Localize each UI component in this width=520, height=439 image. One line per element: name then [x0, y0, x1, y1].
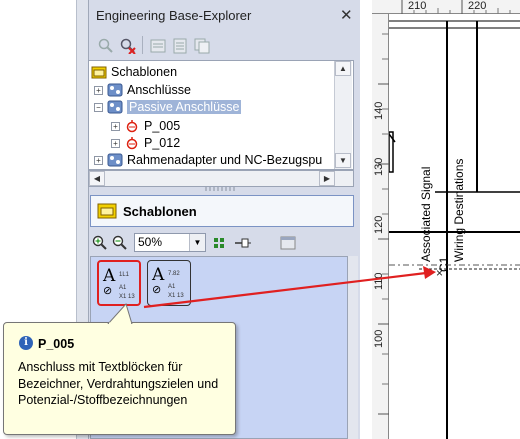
- connector-group-icon: [107, 100, 123, 114]
- ruler-left: 140 130 120 110 100: [372, 14, 389, 439]
- tree-item-label: Rahmenadapter und NC-Bezugspu: [127, 153, 323, 167]
- template-tree[interactable]: Schablonen + Anschlüsse − Passive Anschl…: [88, 60, 354, 170]
- tile-symbol-letter: A: [103, 266, 116, 286]
- section-title: Schablonen: [123, 204, 197, 219]
- toolbar-separator: [142, 36, 143, 54]
- tile-text: 7.82: [168, 271, 180, 277]
- close-icon[interactable]: ✕: [340, 6, 353, 24]
- explorer-titlebar: Engineering Base-Explorer ✕: [90, 4, 358, 28]
- ruler-label: 120: [373, 215, 385, 234]
- preview-window-icon[interactable]: [280, 235, 296, 251]
- zoom-value: 50%: [138, 235, 163, 249]
- label-wiring-destinations: Wiring Destinations: [452, 158, 466, 262]
- tree-item-passive-anschluesse[interactable]: − Passive Anschlüsse: [94, 98, 242, 116]
- connector-group-icon: [107, 153, 123, 167]
- tree-item-label: P_012: [144, 136, 181, 150]
- terminal-icon: [126, 137, 138, 150]
- tree-horizontal-scrollbar[interactable]: ◀ ▶: [88, 170, 354, 187]
- connector-group-icon: [107, 83, 123, 97]
- scroll-left-icon[interactable]: ◀: [89, 171, 105, 186]
- label-associated-signal: Associated Signal: [419, 166, 433, 262]
- tile-symbol-letter: A: [152, 265, 165, 285]
- preview-scrollbar[interactable]: [348, 256, 358, 439]
- ruler-label: 110: [373, 272, 385, 290]
- tree-vertical-scrollbar[interactable]: ▲ ▼: [334, 61, 352, 169]
- ruler-label: 100: [373, 329, 385, 348]
- expand-icon[interactable]: +: [111, 121, 120, 131]
- search-icon[interactable]: [98, 38, 114, 54]
- chevron-down-icon[interactable]: ▼: [189, 234, 205, 251]
- ruler-label: 130: [373, 157, 385, 176]
- terminal-icon: [126, 120, 138, 133]
- explorer-toolbar: [90, 34, 358, 58]
- zoom-out-icon[interactable]: [112, 235, 128, 251]
- tree-item-label: P_005: [144, 119, 181, 133]
- scroll-up-icon[interactable]: ▲: [335, 61, 351, 76]
- section-header: Schablonen: [90, 195, 354, 227]
- template-tile-p012[interactable]: A 7.82 ⊘ A1 X1 13: [147, 260, 191, 306]
- tooltip-pointer: [107, 303, 133, 324]
- tile-text: A1: [168, 284, 176, 290]
- tile-no-symbol: ⊘: [103, 285, 113, 297]
- ruler-label: 140: [373, 101, 385, 120]
- tree-item-label: Schablonen: [111, 65, 178, 79]
- properties-icon[interactable]: [172, 38, 188, 54]
- tile-text: A1: [119, 285, 127, 291]
- zoom-select[interactable]: 50% ▼: [134, 233, 206, 252]
- search-clear-icon[interactable]: [120, 38, 136, 54]
- list-view-icon[interactable]: [150, 38, 166, 54]
- folder-template-icon: [91, 66, 107, 79]
- grid-icon[interactable]: [212, 236, 228, 250]
- pin-icon[interactable]: [234, 236, 252, 250]
- template-tooltip: i P_005 Anschluss mit Textblöcken für Be…: [3, 303, 236, 435]
- copy-icon[interactable]: [194, 38, 210, 54]
- tile-no-symbol: ⊘: [152, 284, 162, 296]
- folder-template-icon: [97, 203, 117, 219]
- tree-item-label: Anschlüsse: [127, 83, 191, 97]
- tree-item-label: Passive Anschlüsse: [127, 100, 242, 114]
- tree-item-anschluesse[interactable]: + Anschlüsse: [94, 81, 191, 99]
- scroll-down-icon[interactable]: ▼: [335, 153, 351, 168]
- tree-item-schablonen[interactable]: Schablonen: [91, 63, 177, 81]
- tree-item-p005[interactable]: + P_005: [111, 117, 180, 135]
- ruler-top: 210 220: [372, 0, 520, 14]
- insert-point-symbol: ×: [436, 266, 444, 280]
- explorer-title: Engineering Base-Explorer: [96, 8, 252, 23]
- tooltip-title: P_005: [38, 337, 75, 351]
- template-tile-p005[interactable]: A 1L1 ⊘ A1 X1 13: [97, 260, 141, 306]
- expand-icon[interactable]: +: [94, 155, 103, 165]
- tree-item-rahmenadapter[interactable]: + Rahmenadapter und NC-Bezugspu: [94, 151, 322, 169]
- tile-text: X1 13: [168, 293, 184, 299]
- zoom-in-icon[interactable]: [92, 235, 108, 251]
- tooltip-body: Anschluss mit Textblöcken für Bezeichner…: [18, 360, 219, 407]
- collapse-icon[interactable]: −: [94, 102, 103, 112]
- splitter-grip[interactable]: [205, 186, 235, 192]
- tree-item-p012[interactable]: + P_012: [111, 134, 180, 152]
- scroll-right-icon[interactable]: ▶: [319, 171, 335, 186]
- preview-toolbar: 50% ▼: [90, 232, 354, 254]
- expand-icon[interactable]: +: [111, 138, 120, 148]
- expand-icon[interactable]: +: [94, 85, 103, 95]
- tile-text: 1L1: [119, 272, 130, 278]
- ruler-ticks: [401, 0, 511, 14]
- info-icon: i: [19, 336, 33, 350]
- tile-text: X1 13: [119, 294, 135, 300]
